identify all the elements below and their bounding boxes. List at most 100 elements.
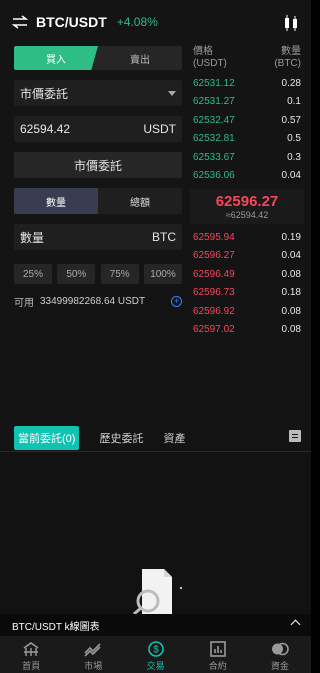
contract-icon (209, 641, 226, 657)
row-qty: 0.19 (281, 231, 301, 243)
buy-sell-tabs: 買入 賣出 (14, 46, 182, 70)
svg-text:$: $ (153, 645, 159, 656)
row-price: 62532.81 (193, 133, 235, 145)
price-field[interactable]: 62594.42 USDT (14, 116, 182, 142)
order-book: 價格 (USDT) 數量 (BTC) 62531.12 0.28 62531.27… (190, 46, 304, 339)
available-balance: 可用 33499982268.64 USDT + (14, 294, 182, 309)
row-price: 62532.47 (193, 114, 235, 126)
percent-75-button[interactable]: 75% (100, 264, 139, 284)
row-price: 62596.49 (193, 268, 235, 280)
book-row[interactable]: 62532.81 0.5 (193, 130, 301, 149)
percent-buttons: 25% 50% 75% 100% (14, 264, 182, 284)
row-price: 62595.94 (193, 231, 235, 243)
row-qty: 0.04 (281, 250, 301, 262)
document-icon[interactable] (289, 430, 301, 442)
book-row[interactable]: 62531.27 0.1 (193, 93, 301, 112)
nav-home-label: 首頁 (22, 661, 41, 671)
book-row[interactable]: 62596.92 0.08 (193, 302, 301, 321)
row-qty: 0.5 (287, 133, 301, 145)
nav-funds-label: 資金 (270, 661, 289, 671)
row-price: 62531.27 (193, 96, 235, 108)
nav-home[interactable]: 首頁 (0, 636, 62, 673)
market-icon (84, 643, 101, 657)
qty-header: 數量 (281, 46, 301, 57)
book-row[interactable]: 62596.49 0.08 (193, 265, 301, 284)
row-qty: 0.08 (281, 324, 301, 336)
percent-50-button[interactable]: 50% (57, 264, 96, 284)
empty-search-illustration-icon (133, 569, 183, 614)
nav-market[interactable]: 市場 (62, 636, 124, 673)
nav-trade-label: 交易 (146, 661, 165, 671)
last-price-block: 62596.27 ≈62594.42 (190, 189, 304, 224)
row-qty: 0.08 (281, 305, 301, 317)
row-price: 62531.12 (193, 77, 235, 89)
row-qty: 0.28 (281, 77, 301, 89)
seg-turnover[interactable]: 總額 (98, 188, 182, 214)
order-type-select[interactable]: 市價委託 (14, 80, 182, 106)
price-value: 62594.42 (20, 122, 71, 136)
top-bar: BTC/USDT +4.08% (0, 0, 311, 44)
row-qty: 0.1 (287, 96, 301, 108)
orders-tabs: 當前委託(0) 歷史委託 資產 (0, 424, 311, 452)
market-order-button[interactable]: 市價委託 (14, 152, 182, 178)
percent-25-button[interactable]: 25% (14, 264, 52, 284)
seg-quantity[interactable]: 數量 (14, 188, 98, 214)
row-price: 62596.73 (193, 287, 235, 299)
row-price: 62597.02 (193, 324, 235, 336)
book-row[interactable]: 62532.47 0.57 (193, 111, 301, 130)
row-price: 62596.92 (193, 305, 235, 317)
tab-current-orders[interactable]: 當前委託(0) (14, 425, 80, 450)
nav-contract-label: 合約 (208, 661, 227, 671)
candlestick-chart-icon[interactable] (283, 15, 299, 31)
amount-label: 數量 (20, 230, 45, 245)
row-qty: 0.3 (287, 151, 301, 163)
bid-rows: 62531.12 0.28 62531.27 0.1 62532.47 0.57 62… (193, 74, 301, 185)
kline-bar-label: BTC/USDT k線圖表 (12, 621, 100, 633)
kline-chart-bar[interactable]: BTC/USDT k線圖表 (0, 614, 311, 636)
available-value: 33499982268.64 USDT (40, 296, 146, 307)
book-row[interactable]: 62536.06 0.04 (193, 167, 301, 186)
chevron-down-icon (168, 90, 176, 96)
price-change: +4.08% (116, 15, 158, 29)
book-row[interactable]: 62533.67 0.3 (193, 148, 301, 167)
tab-buy[interactable]: 買入 (14, 46, 98, 70)
trade-icon: $ (147, 641, 164, 657)
book-row[interactable]: 62596.27 0.04 (193, 247, 301, 266)
book-row[interactable]: 62596.73 0.18 (193, 284, 301, 303)
book-row[interactable]: 62595.94 0.19 (193, 228, 301, 247)
nav-trade[interactable]: $ 交易 (124, 636, 186, 673)
tab-sell[interactable]: 賣出 (98, 46, 182, 70)
bottom-nav: 首頁 市場 $ 交易 合約 資金 (0, 636, 311, 673)
chevron-up-icon[interactable] (290, 619, 301, 630)
price-unit: USDT (143, 122, 176, 136)
trade-screen: BTC/USDT +4.08% 買入 賣出 市價委託 62594.42 USDT… (0, 0, 311, 673)
row-price: 62596.27 (193, 250, 235, 262)
percent-100-button[interactable]: 100% (143, 264, 182, 284)
ask-rows: 62595.94 0.19 62596.27 0.04 62596.49 0.08 6… (193, 228, 301, 339)
last-price: 62596.27 (215, 193, 279, 210)
available-label: 可用 (14, 298, 34, 309)
nav-contract[interactable]: 合約 (187, 636, 249, 673)
tab-assets[interactable]: 資產 (163, 430, 185, 446)
row-qty: 0.04 (281, 170, 301, 182)
tab-order-history[interactable]: 歷史委託 (99, 430, 143, 446)
plus-circle-icon[interactable]: + (171, 296, 182, 307)
order-form: 買入 賣出 市價委託 62594.42 USDT 市價委託 數量 總額 數量 B… (14, 46, 182, 309)
funds-icon (271, 642, 289, 656)
row-qty: 0.18 (281, 287, 301, 299)
pair-title[interactable]: BTC/USDT (36, 14, 107, 30)
book-row[interactable]: 62597.02 0.08 (193, 321, 301, 340)
order-type-value: 市價委託 (20, 86, 69, 101)
price-header-unit: (USDT) (193, 58, 227, 69)
price-header: 價格 (193, 46, 213, 57)
nav-funds[interactable]: 資金 (249, 636, 311, 673)
amount-mode-toggle: 數量 總額 (14, 188, 182, 214)
amount-unit: BTC (152, 230, 176, 244)
book-row[interactable]: 62531.12 0.28 (193, 74, 301, 93)
orders-empty-state (0, 452, 311, 614)
reference-price: ≈62594.42 (225, 210, 269, 220)
qty-header-unit: (BTC) (274, 58, 301, 69)
nav-market-label: 市場 (84, 661, 103, 671)
swap-pair-icon[interactable] (12, 15, 28, 29)
amount-field[interactable]: 數量 BTC (14, 224, 182, 250)
